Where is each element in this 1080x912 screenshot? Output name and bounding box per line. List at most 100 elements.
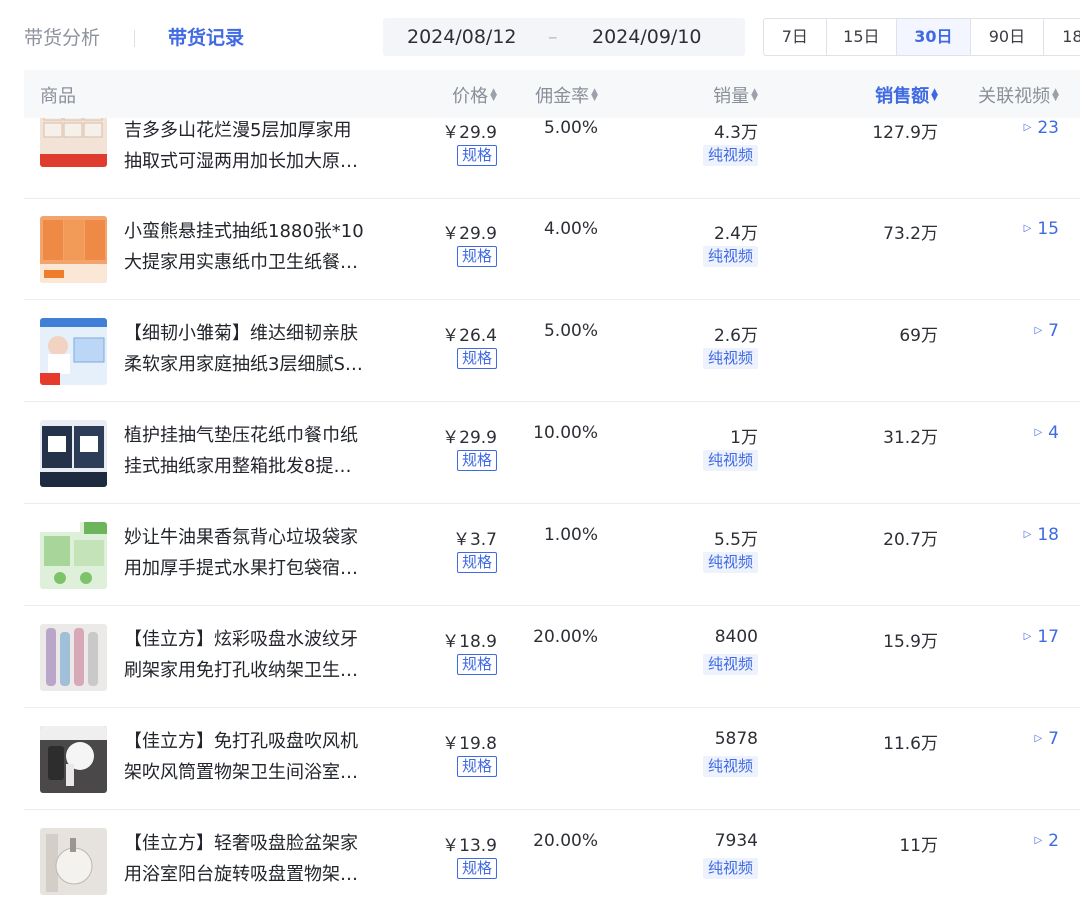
- table-row[interactable]: 【佳立方】免打孔吸盘吹风机 架吹风筒置物架卫生间浴室… ￥19.8 规格 587…: [24, 709, 1080, 810]
- basin-rack-image: [40, 828, 107, 895]
- sort-icon[interactable]: ▲ ▼: [490, 88, 497, 103]
- date-start[interactable]: 2024/08/12: [407, 26, 517, 48]
- product-name[interactable]: 【佳立方】免打孔吸盘吹风机 架吹风筒置物架卫生间浴室…: [124, 726, 392, 788]
- product-name-line1: 【佳立方】炫彩吸盘水波纹牙: [124, 629, 358, 650]
- video-count-link[interactable]: ▷ 15: [1024, 219, 1059, 239]
- date-separator: –: [548, 26, 558, 48]
- amount-value: 31.2万: [883, 428, 938, 448]
- table-row[interactable]: 妙让牛油果香氛背心垃圾袋家 用加厚手提式水果打包袋宿… ￥3.7 规格 1.00…: [24, 505, 1080, 606]
- range-90d[interactable]: 90日: [971, 19, 1045, 55]
- product-thumbnail[interactable]: [40, 828, 107, 895]
- spec-tag[interactable]: 规格: [456, 246, 497, 267]
- video-count-link[interactable]: ▷ 17: [1024, 627, 1059, 647]
- play-icon: ▷: [1034, 427, 1043, 438]
- product-name-line1: 【细韧小雏菊】维达细韧亲肤: [124, 323, 358, 344]
- video-count-link[interactable]: ▷ 7: [1034, 729, 1059, 749]
- product-name[interactable]: 小蛮熊悬挂式抽纸1880张*10 大提家用实惠纸巾卫生纸餐…: [124, 216, 392, 278]
- spec-tag[interactable]: 规格: [456, 654, 497, 675]
- product-name[interactable]: 【细韧小雏菊】维达细韧亲肤 柔软家用家庭抽纸3层细腻S…: [124, 318, 392, 380]
- spec-tag[interactable]: 规格: [456, 145, 497, 166]
- sort-icon[interactable]: ▲ ▼: [751, 88, 758, 103]
- commission-value: 20.00%: [533, 831, 598, 851]
- product-thumbnail[interactable]: [40, 624, 107, 691]
- sales-value: 2.6万: [713, 326, 758, 346]
- video-count-link[interactable]: ▷ 4: [1034, 423, 1059, 443]
- play-icon: ▷: [1023, 529, 1032, 540]
- sales-value: 5878: [714, 729, 758, 749]
- video-count-link[interactable]: ▷ 18: [1024, 525, 1059, 545]
- sort-icon[interactable]: ▲ ▼: [1052, 88, 1059, 103]
- col-videos[interactable]: 关联视频 ▲ ▼: [978, 82, 1059, 108]
- product-name-line1: 植护挂抽气垫压花纸巾餐巾纸: [124, 425, 358, 446]
- commission-value: 5.00%: [543, 118, 598, 138]
- table-row[interactable]: 小蛮熊悬挂式抽纸1880张*10 大提家用实惠纸巾卫生纸餐… ￥29.9 规格 …: [24, 199, 1080, 300]
- range-30d[interactable]: 30日: [897, 19, 971, 55]
- amount-value: 15.9万: [883, 632, 938, 652]
- commission-value: 5.00%: [543, 321, 598, 341]
- product-name[interactable]: 【佳立方】炫彩吸盘水波纹牙 刷架家用免打孔收纳架卫生…: [124, 624, 392, 686]
- col-price[interactable]: 价格 ▲ ▼: [452, 82, 497, 108]
- spec-tag[interactable]: 规格: [456, 552, 497, 573]
- table-row[interactable]: 【细韧小雏菊】维达细韧亲肤 柔软家用家庭抽纸3层细腻S… ￥26.4 规格 5.…: [24, 301, 1080, 402]
- product-thumbnail[interactable]: [40, 420, 107, 487]
- range-180d[interactable]: 18: [1044, 19, 1080, 55]
- sales-value: 2.4万: [713, 224, 758, 244]
- tissue-pack-image: [40, 420, 107, 487]
- video-count: 18: [1037, 525, 1059, 545]
- sales-value: 4.3万: [713, 123, 758, 143]
- product-name-line2: 抽取式可湿两用加长加大原…: [124, 151, 358, 172]
- product-name[interactable]: 植护挂抽气垫压花纸巾餐巾纸 挂式抽纸家用整箱批发8提…: [124, 420, 392, 482]
- amount-value: 127.9万: [872, 123, 938, 143]
- range-selector: 7日 15日 30日 90日 18: [763, 18, 1080, 56]
- spec-tag[interactable]: 规格: [456, 348, 497, 369]
- product-name-line2: 用加厚手提式水果打包袋宿…: [124, 558, 358, 579]
- table-row[interactable]: 【佳立方】轻奢吸盘脸盆架家 用浴室阳台旋转吸盘置物架… ￥13.9 规格 20.…: [24, 811, 1080, 912]
- commission-value: 4.00%: [543, 219, 598, 239]
- range-7d[interactable]: 7日: [764, 19, 827, 55]
- table-row[interactable]: 【佳立方】炫彩吸盘水波纹牙 刷架家用免打孔收纳架卫生… ￥18.9 规格 20.…: [24, 607, 1080, 708]
- video-count-link[interactable]: ▷ 23: [1024, 118, 1059, 138]
- product-name[interactable]: 【佳立方】轻奢吸盘脸盆架家 用浴室阳台旋转吸盘置物架…: [124, 828, 392, 890]
- pure-video-tag: 纯视频: [702, 756, 758, 777]
- toothbrush-holder-image: [40, 624, 107, 691]
- col-amount-label: 销售额: [875, 86, 930, 107]
- video-count-link[interactable]: ▷ 7: [1034, 321, 1059, 341]
- pure-video-tag: 纯视频: [702, 858, 758, 879]
- product-name[interactable]: 吉多多山花烂漫5层加厚家用 抽取式可湿两用加长加大原…: [124, 115, 392, 177]
- tissue-pack-image: [40, 216, 107, 283]
- table-row[interactable]: 植护挂抽气垫压花纸巾餐巾纸 挂式抽纸家用整箱批发8提… ￥29.9 规格 10.…: [24, 403, 1080, 504]
- spec-tag[interactable]: 规格: [456, 756, 497, 777]
- col-product: 商品: [40, 82, 76, 108]
- col-product-label: 商品: [40, 86, 76, 107]
- date-range-picker[interactable]: 2024/08/12 – 2024/09/10: [383, 18, 745, 56]
- col-amount[interactable]: 销售额 ▲ ▼: [875, 82, 938, 108]
- product-thumbnail[interactable]: [40, 216, 107, 283]
- col-commission-label: 佣金率: [535, 86, 590, 107]
- date-end[interactable]: 2024/09/10: [592, 26, 702, 48]
- col-sales[interactable]: 销量 ▲ ▼: [713, 82, 758, 108]
- spec-tag[interactable]: 规格: [456, 450, 497, 471]
- play-icon: ▷: [1034, 325, 1043, 336]
- amount-value: 20.7万: [883, 530, 938, 550]
- range-15d[interactable]: 15日: [827, 19, 898, 55]
- price-value: ￥29.9: [442, 123, 497, 143]
- garbage-bag-image: [40, 522, 107, 589]
- sort-icon[interactable]: ▲ ▼: [591, 88, 598, 103]
- product-name-line1: 妙让牛油果香氛背心垃圾袋家: [124, 527, 358, 548]
- video-count: 17: [1037, 627, 1059, 647]
- tissue-pack-image: [40, 318, 107, 385]
- video-count-link[interactable]: ▷ 2: [1034, 831, 1059, 851]
- tab-analysis[interactable]: 带货分析: [24, 26, 100, 50]
- product-thumbnail[interactable]: [40, 726, 107, 793]
- tab-records[interactable]: 带货记录: [168, 26, 244, 50]
- product-name[interactable]: 妙让牛油果香氛背心垃圾袋家 用加厚手提式水果打包袋宿…: [124, 522, 392, 584]
- product-thumbnail[interactable]: [40, 318, 107, 385]
- amount-value: 11.6万: [883, 734, 938, 754]
- commission-value: 1.00%: [543, 525, 598, 545]
- product-thumbnail[interactable]: [40, 522, 107, 589]
- spec-tag[interactable]: 规格: [456, 858, 497, 879]
- sort-icon[interactable]: ▲ ▼: [931, 88, 938, 103]
- product-name-line1: 【佳立方】免打孔吸盘吹风机: [124, 731, 358, 752]
- col-sales-label: 销量: [713, 86, 750, 107]
- col-commission[interactable]: 佣金率 ▲ ▼: [535, 82, 598, 108]
